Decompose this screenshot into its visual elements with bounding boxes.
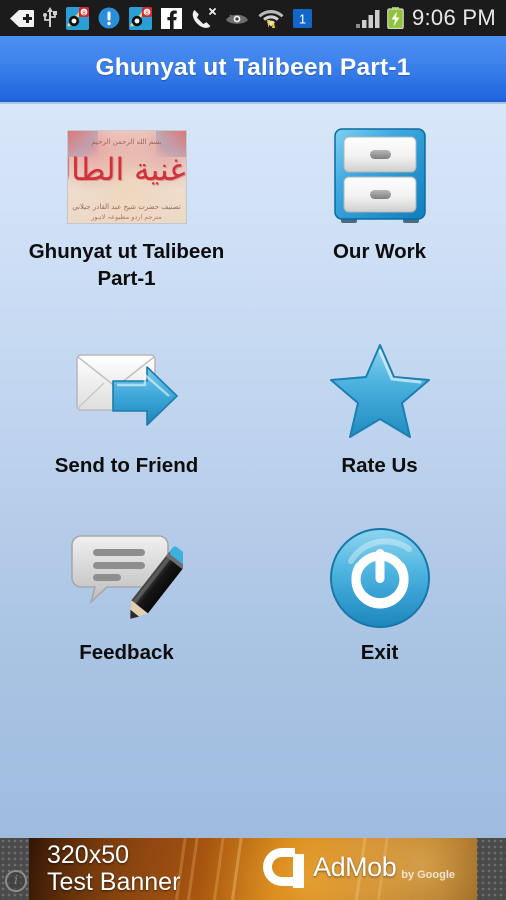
facebook-icon (161, 7, 182, 29)
menu-item-send-to-friend-label: Send to Friend (54, 454, 199, 478)
app-title-bar: Ghunyat ut Talibeen Part-1 (0, 36, 506, 102)
cover-top-text: بسم الله الرحمن الرحيم (91, 138, 162, 146)
menu-item-rate-us[interactable]: Rate Us (253, 336, 506, 479)
admob-wordmark: AdMob (313, 851, 397, 882)
menu-item-send-to-friend[interactable]: Send to Friend (0, 336, 253, 479)
cover-bottom-text: تصنيف حضرت شيخ عبد القادر جيلاني (72, 203, 181, 211)
cover-sub-text: مترجم اردو مطبوعہ لاہور (91, 213, 162, 221)
power-button-icon (329, 528, 430, 629)
status-bar-notification-icons: 8 8 1 (10, 6, 356, 30)
menu-item-book[interactable]: بسم الله الرحمن الرحيم غنية الطالبين تصن… (0, 122, 253, 292)
menu-item-exit-label: Exit (360, 641, 399, 665)
svg-text:1: 1 (299, 11, 306, 26)
menu-row-2: Send to Friend Rate Us (0, 336, 506, 479)
missed-call-icon (192, 7, 216, 28)
pool-game-notification-icon: 8 (66, 6, 89, 30)
back-arrow-plus-icon (10, 9, 34, 27)
wifi-data-transfer-icon (258, 10, 284, 28)
rate-icon-box (320, 336, 440, 446)
sim-card-indicator-icon: 1 (293, 8, 312, 28)
ad-banner-text: Test Banner (47, 868, 181, 896)
ad-creative[interactable]: 320x50 Test Banner AdMob by Google (29, 838, 477, 900)
battery-charging-icon (387, 7, 404, 29)
ad-info-icon[interactable]: i (5, 870, 27, 892)
menu-item-exit[interactable]: Exit (253, 523, 506, 666)
menu-row-1: بسم الله الرحمن الرحيم غنية الطالبين تصن… (0, 122, 506, 292)
alert-circle-icon (98, 7, 120, 29)
admob-banner-ad[interactable]: 320x50 Test Banner AdMob by Google i (0, 838, 506, 900)
ad-text-block: 320x50 Test Banner (47, 842, 180, 896)
status-bar[interactable]: 8 8 1 9:06 PM (0, 0, 506, 36)
menu-item-rate-us-label: Rate Us (341, 454, 418, 478)
main-menu-grid: بسم الله الرحمن الرحيم غنية الطالبين تصن… (0, 104, 506, 838)
menu-item-our-work[interactable]: Our Work (253, 122, 506, 292)
menu-item-feedback-label: Feedback (79, 641, 174, 665)
book-cover-icon: بسم الله الرحمن الرحيم غنية الطالبين تصن… (67, 131, 186, 223)
star-icon (329, 344, 430, 439)
phone-screen: 8 8 1 9:06 PM Ghunyat ut Talibeen Part-1… (0, 0, 506, 900)
cover-calligraphy: غنية الطالبين (68, 152, 186, 188)
usb-icon (43, 7, 57, 27)
smart-stay-eye-icon (226, 13, 248, 24)
ad-size-text: 320x50 (47, 841, 130, 869)
envelope-share-icon (75, 354, 178, 426)
file-cabinet-icon (333, 128, 426, 223)
our-work-icon-box (320, 122, 440, 232)
status-bar-system-icons: 9:06 PM (355, 5, 498, 31)
send-icon-box (67, 336, 187, 446)
menu-item-book-label: Ghunyat ut Talibeen Part-1 (28, 240, 225, 291)
menu-item-feedback[interactable]: Feedback (0, 523, 253, 666)
speech-bubble-pencil-icon (70, 535, 183, 619)
menu-row-3: Feedback Exit (0, 523, 506, 666)
admob-logo-icon (263, 846, 305, 888)
book-icon-box: بسم الله الرحمن الرحيم غنية الطالبين تصن… (67, 122, 187, 232)
admob-byline: by Google (401, 869, 455, 881)
feedback-icon-box (67, 523, 187, 633)
pool-game-notification-icon-2: 8 (129, 6, 152, 30)
cellular-signal-icon (355, 9, 380, 28)
admob-logo-lockup: AdMob by Google (263, 846, 455, 888)
status-bar-clock: 9:06 PM (411, 5, 496, 30)
page-title: Ghunyat ut Talibeen Part-1 (95, 54, 411, 81)
menu-item-our-work-label: Our Work (332, 240, 427, 263)
exit-icon-box (320, 523, 440, 633)
